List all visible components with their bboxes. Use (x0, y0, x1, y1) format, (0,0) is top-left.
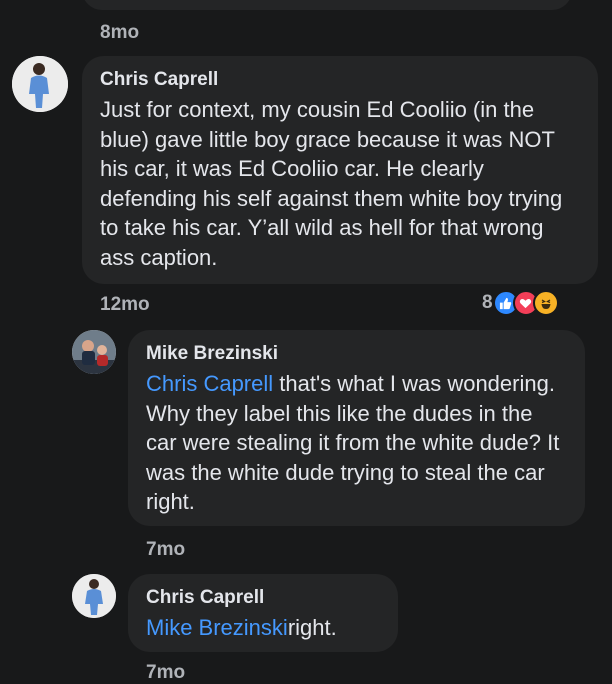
reply-bubble: Chris Caprell Mike Brezinskiright. (128, 574, 398, 652)
comment-timestamp[interactable]: 12mo (100, 294, 150, 316)
avatar[interactable] (72, 330, 116, 374)
comment-text: Just for context, my cousin Ed Cooliio (… (100, 97, 563, 270)
reaction-summary[interactable]: 8 (482, 290, 559, 316)
reply-timestamp[interactable]: 7mo (146, 539, 185, 561)
reaction-count: 8 (482, 292, 493, 313)
haha-icon (532, 290, 559, 316)
reply-bubble: Mike Brezinski Chris Caprell that's what… (128, 330, 585, 526)
avatar[interactable] (12, 56, 68, 112)
reply-text: Mike Brezinskiright. (146, 615, 337, 640)
mention-link[interactable]: Mike Brezinski (146, 615, 288, 640)
comment-bubble: Chris Caprell Just for context, my cousi… (82, 56, 598, 284)
reply-author[interactable]: Mike Brezinski (146, 343, 567, 365)
reply-text: Chris Caprell that's what I was wonderin… (146, 371, 560, 514)
avatar[interactable] (72, 574, 116, 618)
previous-comment-bubble (82, 0, 572, 10)
mention-link[interactable]: Chris Caprell (146, 371, 273, 396)
reply-author[interactable]: Chris Caprell (146, 587, 380, 609)
previous-comment-timestamp[interactable]: 8mo (100, 22, 139, 44)
comment-author[interactable]: Chris Caprell (100, 69, 580, 91)
reply-timestamp[interactable]: 7mo (146, 662, 185, 684)
